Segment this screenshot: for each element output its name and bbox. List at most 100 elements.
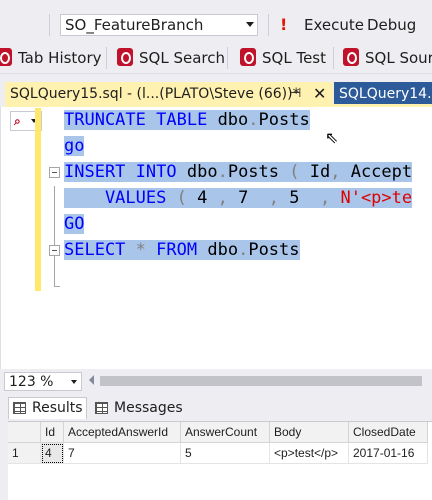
code-token: , (268, 188, 280, 208)
code-token: TRUNCATE (64, 110, 146, 130)
results-tab-strip: Results Messages (0, 393, 432, 421)
tab-results-label: Results (32, 400, 83, 416)
tab-sqlquery15-label: SQLQuery15.sql - (l...(PLATO\Steve (66))… (10, 86, 300, 102)
zoom-value: 123 % (9, 374, 54, 390)
code-token: INTO (135, 162, 177, 182)
debug-button[interactable]: Debug (367, 16, 416, 34)
messages-icon (95, 402, 108, 414)
code-token: VALUES (64, 188, 167, 208)
results-table: Id AcceptedAnswerId AnswerCount Body Clo… (8, 422, 428, 464)
code-token: * (135, 240, 146, 260)
selection-highlight: TRUNCATE TABLE dbo.Posts (64, 110, 310, 130)
code-token: dbo (176, 162, 218, 182)
tab-results[interactable]: Results (8, 397, 87, 419)
selection-highlight: VALUES ( 4 , 7 , 5 , N'<p>te (64, 188, 413, 208)
chevron-down-icon (246, 22, 254, 27)
sql-search-label: SQL Search (139, 49, 225, 67)
results-grid[interactable]: Id AcceptedAnswerId AnswerCount Body Clo… (8, 421, 432, 500)
execute-icon: ! (280, 15, 288, 34)
pin-icon[interactable]: ⊣ (290, 86, 301, 101)
code-line[interactable]: go (64, 133, 85, 159)
mouse-cursor-icon: ⇖ (325, 128, 339, 147)
table-cell[interactable]: 5 (180, 442, 270, 464)
code-token: N'<p>te (330, 188, 413, 208)
selection-highlight: INSERT INTO dbo.Posts ( Id, Accept (64, 162, 413, 182)
sql-test-icon (240, 48, 256, 66)
sql-search-icon (117, 48, 133, 66)
code-token: 5 (279, 188, 320, 208)
code-token: INSERT (64, 162, 126, 182)
column-header-id[interactable]: Id (40, 422, 64, 443)
code-token: , (330, 162, 341, 182)
tab-history-icon (0, 48, 12, 66)
column-header-acceptedanswerid[interactable]: AcceptedAnswerId (63, 422, 181, 443)
collapse-icon[interactable] (49, 245, 60, 256)
code-token: , (217, 188, 228, 208)
execute-label: Execute (304, 16, 364, 34)
database-selector[interactable]: SO_FeatureBranch (60, 14, 258, 36)
sql-prompt-icon: ⌕ (14, 114, 21, 128)
table-row[interactable]: 1 4 7 5 <p>test</p> 2017-01-16 (8, 442, 428, 464)
code-token: . (217, 162, 228, 182)
tab-history-label: Tab History (18, 49, 102, 67)
code-token: 7 (227, 188, 269, 208)
code-token: ( (289, 162, 300, 182)
table-cell[interactable]: 7 (63, 442, 181, 464)
code-line[interactable]: GO (64, 211, 85, 237)
code-token: Accept (340, 162, 413, 182)
zoom-bar: 123 % (0, 369, 432, 393)
outline-guide (54, 186, 55, 286)
code-token: . (238, 240, 249, 260)
code-line[interactable]: INSERT INTO dbo.Posts ( Id, Accept (64, 159, 413, 185)
selection-highlight: GO (64, 214, 85, 234)
main-toolbar: SO_FeatureBranch ! Execute Debug (0, 0, 432, 41)
code-token: TABLE (156, 110, 208, 130)
table-cell[interactable]: 2017-01-16 (348, 442, 428, 464)
column-header-rownum[interactable] (8, 422, 41, 443)
code-token: Posts (227, 162, 290, 182)
column-header-body[interactable]: Body (269, 422, 349, 443)
code-token: dbo (197, 240, 239, 260)
sql-source-icon (343, 48, 359, 66)
selection-highlight: go (64, 136, 85, 156)
code-line[interactable]: TRUNCATE TABLE dbo.Posts (64, 107, 310, 133)
table-cell[interactable]: 4 (40, 442, 64, 464)
tab-messages-label: Messages (114, 400, 183, 416)
document-tab-strip: SQLQuery15.sql - (l...(PLATO\Steve (66))… (0, 74, 432, 107)
grid-icon (13, 402, 26, 414)
code-token: , (319, 188, 331, 208)
code-token: SELECT (64, 240, 126, 260)
toolbar-separator (106, 47, 107, 69)
code-line[interactable]: VALUES ( 4 , 7 , 5 , N'<p>te (64, 185, 413, 211)
code-line[interactable]: SELECT * FROM dbo.Posts (64, 237, 300, 263)
code-token: go (64, 136, 85, 156)
row-number[interactable]: 1 (8, 442, 41, 464)
column-header-answercount[interactable]: AnswerCount (180, 422, 270, 443)
sql-source-label: SQL Sourc (365, 49, 432, 67)
toolbar-separator (268, 14, 269, 36)
zoom-selector[interactable]: 123 % (4, 372, 82, 391)
toolbar-separator (49, 14, 50, 36)
tab-sqlquery14-label: SQLQuery14.sq (339, 86, 432, 102)
chevron-down-icon (71, 380, 77, 384)
code-token: dbo (207, 110, 249, 130)
sql-test-label: SQL Test (262, 49, 326, 67)
column-header-closeddate[interactable]: ClosedDate (348, 422, 428, 443)
code-token: Posts (248, 240, 300, 260)
close-icon[interactable]: ✕ (313, 84, 326, 103)
code-token: Posts (258, 110, 310, 130)
tab-messages[interactable]: Messages (91, 398, 183, 419)
horizontal-scrollbar-thumb[interactable] (100, 376, 422, 386)
code-token: FROM (156, 240, 198, 260)
plugin-toolbar: Tab History SQL Search SQL Test SQL Sour… (0, 41, 432, 74)
scroll-left-icon[interactable] (89, 375, 94, 385)
table-cell[interactable]: <p>test</p> (269, 442, 349, 464)
code-token: Id (299, 162, 331, 182)
collapse-icon[interactable] (49, 167, 60, 178)
toolbar-separator (227, 47, 228, 69)
code-token: GO (64, 214, 85, 234)
